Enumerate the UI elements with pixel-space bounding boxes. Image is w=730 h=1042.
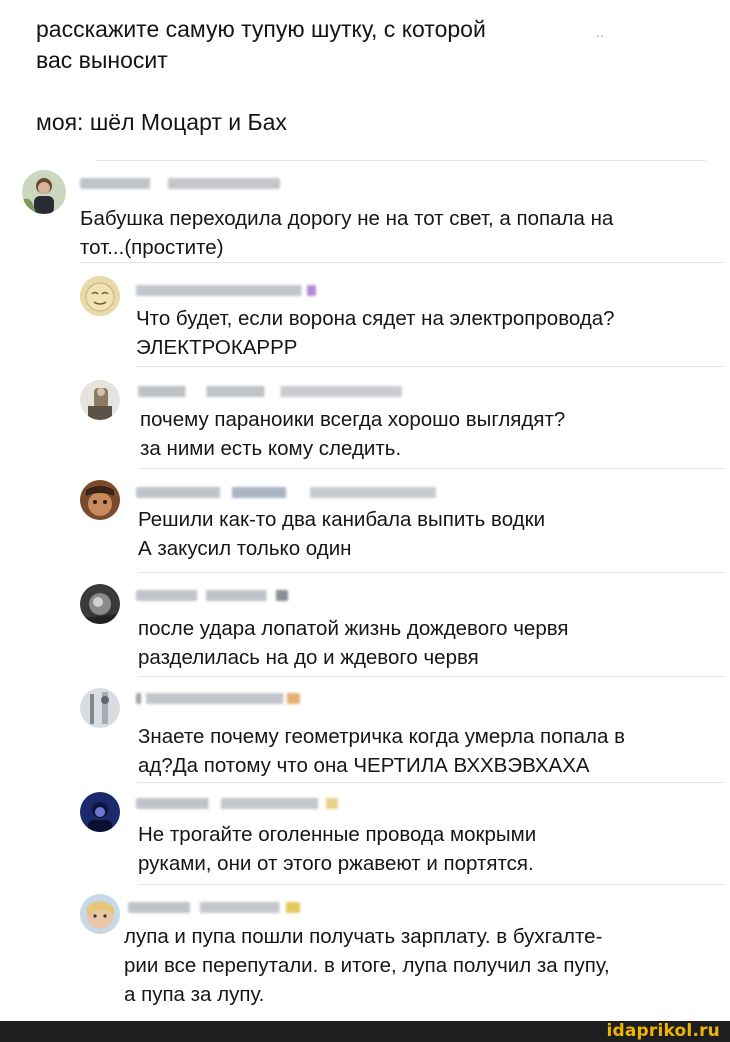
comment-separator [138, 782, 724, 783]
author-name[interactable] [128, 902, 300, 913]
user-avatar[interactable] [80, 792, 120, 832]
comment-text: почему параноики всегда хорошо выглядят?… [140, 408, 566, 460]
author-name[interactable] [80, 178, 280, 189]
watermark-logo[interactable]: idaprikol.ru [606, 1021, 720, 1042]
user-avatar[interactable] [80, 894, 120, 934]
comment-text: после удара лопатой жизнь дождевого черв… [138, 617, 569, 669]
comment-text: Не трогайте оголенные провода мокрыми ру… [138, 823, 537, 875]
comment-separator [138, 572, 724, 573]
comment-text: Что будет, если ворона сядет на электроп… [136, 307, 615, 359]
comment-separator [80, 262, 724, 263]
user-avatar[interactable] [80, 276, 120, 316]
comment-list: Бабушка переходила дорогу не на тот свет… [0, 0, 730, 1020]
author-name[interactable] [136, 590, 288, 601]
author-name[interactable] [136, 285, 316, 296]
watermark-bar: idaprikol.ru [0, 1021, 730, 1042]
comment-separator [140, 468, 724, 469]
comment-text: Знаете почему геометричка когда умерла п… [138, 725, 626, 777]
author-name[interactable] [136, 487, 436, 498]
comment-separator [136, 366, 724, 367]
author-name[interactable] [138, 386, 402, 397]
comment-separator [138, 884, 724, 885]
user-avatar[interactable] [80, 688, 120, 728]
user-avatar[interactable] [80, 380, 120, 420]
comment-separator [138, 676, 724, 677]
user-avatar[interactable] [22, 170, 66, 214]
user-avatar[interactable] [80, 584, 120, 624]
comment-text: Решили как-то два канибала выпить водки … [138, 508, 546, 560]
comment-text: Бабушка переходила дорогу не на тот свет… [80, 207, 614, 259]
author-name[interactable] [136, 798, 338, 809]
user-avatar[interactable] [80, 480, 120, 520]
author-name[interactable] [136, 693, 300, 704]
comment-text: лупа и пупа пошли получать зарплату. в б… [124, 925, 610, 1006]
